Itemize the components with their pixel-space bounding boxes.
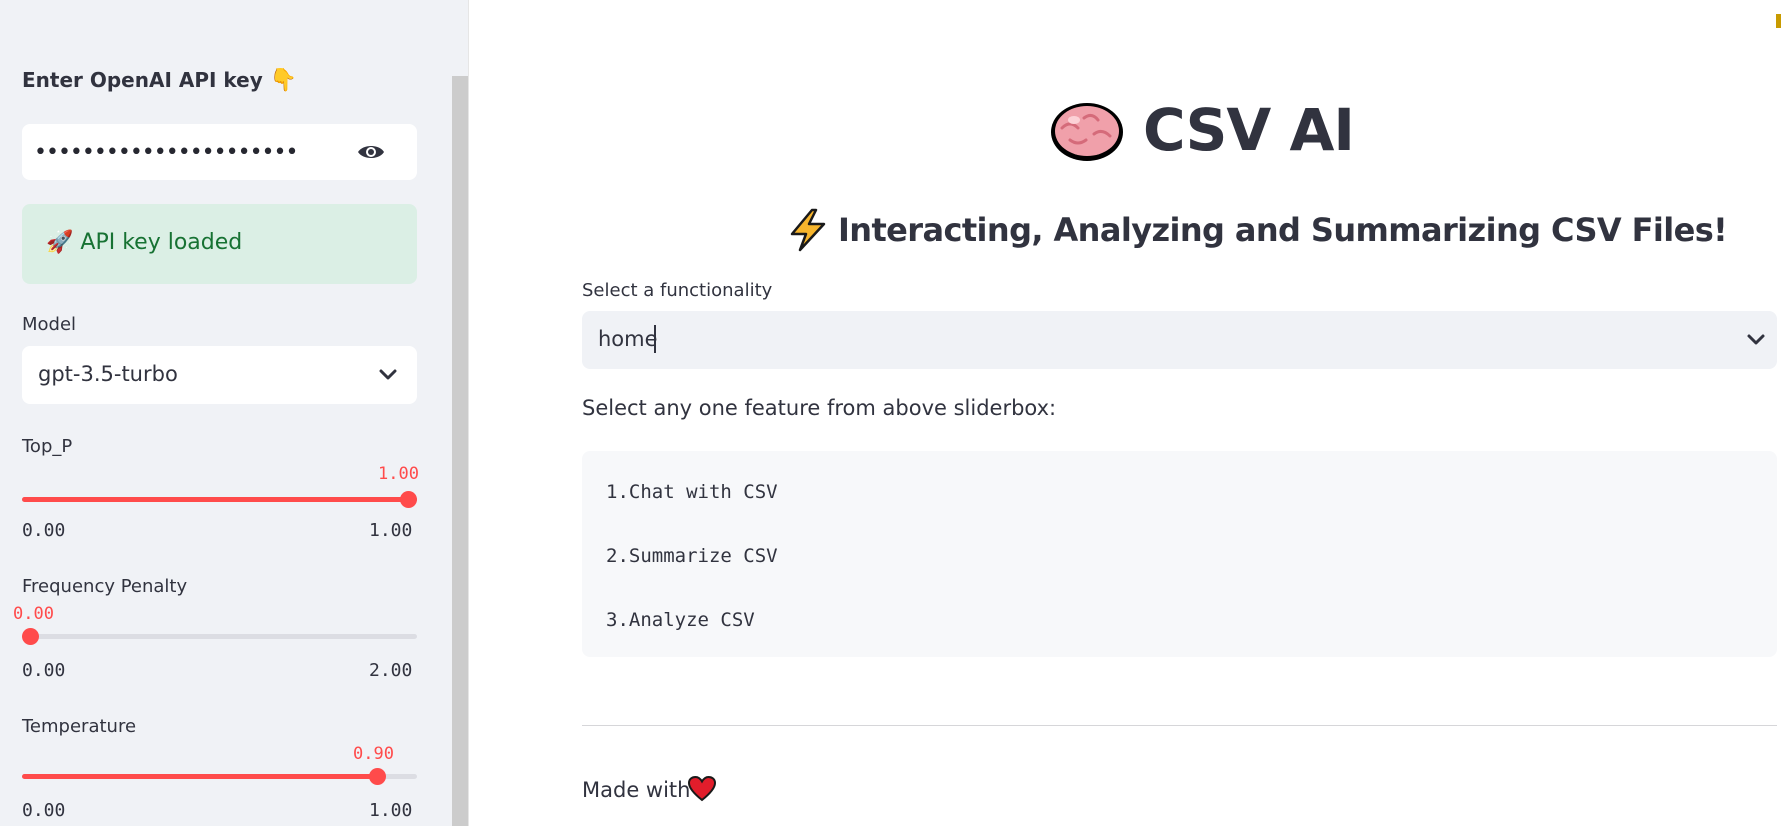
lightning-bolt-icon [790, 208, 826, 252]
temperature-label: Temperature [22, 716, 137, 737]
frequency-penalty-label: Frequency Penalty [22, 576, 188, 597]
top-p-slider-handle[interactable] [400, 491, 417, 508]
brain-icon [1051, 103, 1123, 161]
eye-icon[interactable] [356, 140, 386, 164]
instructions-text: Select any one feature from above slider… [582, 396, 1057, 420]
api-key-status-alert: 🚀 API key loaded [22, 204, 417, 284]
frequency-penalty-min: 0.00 [22, 660, 66, 681]
functionality-select[interactable]: home [582, 311, 1777, 369]
api-key-label: Enter OpenAI API key 👇 [22, 68, 297, 93]
functionality-selected-value[interactable]: home [598, 327, 658, 351]
temperature-min: 0.00 [22, 800, 66, 821]
temperature-value: 0.90 [353, 744, 394, 764]
rocket-icon: 🚀 [46, 230, 74, 255]
horizontal-divider [582, 725, 1777, 726]
pointing-down-icon: 👇 [269, 68, 298, 93]
page-subtitle: Interacting, Analyzing and Summarizing C… [838, 211, 1728, 249]
sidebar-scrollbar-thumb[interactable] [452, 76, 468, 826]
api-key-status-text: API key loaded [80, 230, 243, 255]
top-p-label: Top_P [22, 436, 73, 457]
frequency-penalty-max: 2.00 [369, 660, 413, 681]
features-code-block: 1.Chat with CSV 2.Summarize CSV 3.Analyz… [582, 451, 1777, 657]
footer-text: Made with [582, 778, 691, 802]
feature-item: 2.Summarize CSV [606, 545, 778, 567]
temperature-slider-handle[interactable] [369, 768, 386, 785]
page-title: CSV AI [1143, 96, 1355, 164]
functionality-label: Select a functionality [582, 280, 773, 301]
corner-indicator [1776, 14, 1781, 28]
top-p-slider-fill [22, 497, 417, 502]
temperature-slider[interactable] [22, 768, 417, 785]
feature-item: 1.Chat with CSV [606, 481, 778, 503]
api-key-status: 🚀 API key loaded [46, 230, 242, 255]
text-caret [654, 325, 656, 353]
top-p-min: 0.00 [22, 520, 66, 541]
api-key-input[interactable]: •••••••••••••••••••••• [22, 124, 417, 180]
chevron-down-icon[interactable] [378, 368, 398, 382]
model-selected-value[interactable]: gpt-3.5-turbo [38, 362, 178, 386]
top-p-max: 1.00 [369, 520, 413, 541]
temperature-max: 1.00 [369, 800, 413, 821]
api-key-masked-value[interactable]: •••••••••••••••••••••• [34, 140, 298, 165]
temperature-slider-fill [22, 774, 378, 779]
model-select[interactable]: gpt-3.5-turbo [22, 346, 417, 404]
sidebar: Enter OpenAI API key 👇 •••••••••••••••••… [0, 0, 468, 826]
frequency-penalty-slider[interactable] [22, 628, 417, 645]
chevron-down-icon[interactable] [1746, 333, 1766, 347]
feature-item: 3.Analyze CSV [606, 609, 755, 631]
model-label: Model [22, 314, 77, 335]
api-key-label-text: Enter OpenAI API key [22, 68, 263, 92]
frequency-penalty-value: 0.00 [13, 604, 54, 624]
top-p-value: 1.00 [378, 464, 419, 484]
sidebar-divider [468, 0, 469, 826]
frequency-penalty-slider-handle[interactable] [22, 628, 39, 645]
top-p-slider[interactable] [22, 491, 417, 508]
heart-icon [688, 776, 716, 802]
